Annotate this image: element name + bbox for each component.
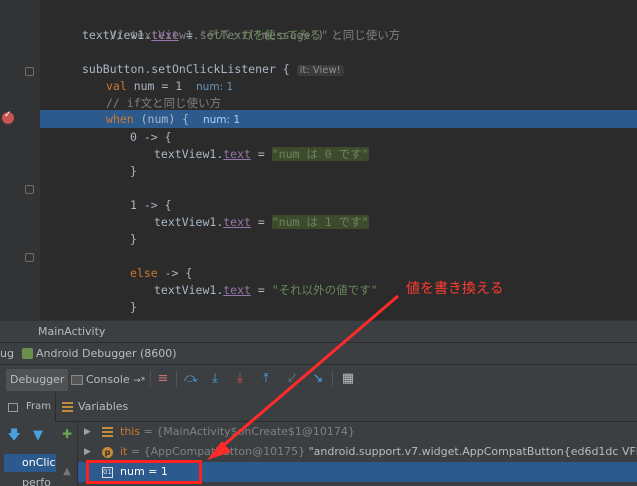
inline-debug-value: num: 1 <box>202 114 241 126</box>
parameter-icon: p <box>102 447 113 458</box>
code-line: 1 -> { <box>130 198 172 212</box>
code-line: else -> { <box>130 266 193 280</box>
debug-toolbar: Debugger Console →* ≡ ⤼ ⤓ ⤓ ⤒ ⤦ ↘ ▦ <box>0 364 637 392</box>
new-watch-icon[interactable]: ✚ <box>59 426 75 442</box>
variables-header: Variables <box>56 392 637 422</box>
breakpoint-icon[interactable] <box>2 110 14 124</box>
tab-console[interactable]: Console →* <box>68 369 149 391</box>
param-hint: it: View! <box>296 65 344 76</box>
annotation-label: 値を書き換える <box>406 281 504 297</box>
step-over-icon[interactable]: ⤼ <box>183 371 199 387</box>
code-editor[interactable]: // textView1.setText("message") と同じ使い方 t… <box>0 0 637 320</box>
show-execution-point-icon[interactable]: ≡ <box>155 371 171 387</box>
toolbar-separator <box>176 371 177 387</box>
current-execution-line: when (num) { num: 1 <box>40 110 637 128</box>
variables-icon <box>62 402 73 412</box>
fold-marker[interactable] <box>25 67 34 76</box>
step-into-icon[interactable]: ⤓ <box>207 371 223 387</box>
debug-header-prefix: ug <box>0 347 14 360</box>
code-line: 0 -> { <box>130 130 172 144</box>
frames-icon <box>8 403 18 412</box>
code-line: subButton.setOnClickListener { it: View! <box>40 60 637 78</box>
toolbar-separator <box>150 371 151 387</box>
force-step-into-icon[interactable]: ⤓ <box>232 371 248 387</box>
filter-icon[interactable]: ▼ <box>30 428 46 444</box>
fold-marker[interactable] <box>25 253 34 262</box>
highlight-box <box>86 460 202 484</box>
variables-side-toolbar: ✚ ▲ <box>56 422 78 486</box>
frames-header[interactable]: Fram <box>0 392 56 422</box>
code-line: textView1.text = "num は 1 です" <box>154 215 369 229</box>
fold-marker[interactable] <box>25 185 34 194</box>
arrow-down-icon[interactable]: 🡇 <box>6 428 22 444</box>
code-line: textView1.text = "デバッガを使ってみる" <box>82 28 329 42</box>
debug-window-header: ug Android Debugger (8600) <box>0 342 637 364</box>
breadcrumb-item[interactable]: MainActivity <box>38 325 105 338</box>
inline-debug-value: num: 1 <box>196 81 234 93</box>
evaluate-expression-icon[interactable]: ▦ <box>340 371 356 387</box>
code-line: } <box>130 300 137 314</box>
frame-item[interactable]: perfo <box>4 474 56 486</box>
tab-debugger[interactable]: Debugger <box>6 369 69 391</box>
drop-frame-icon[interactable]: ⤦ <box>284 371 300 387</box>
code-line: } <box>130 164 137 178</box>
frames-toolbar: 🡇 ▼ <box>0 422 56 452</box>
debug-session-title[interactable]: Android Debugger (8600) <box>36 343 177 364</box>
variable-row[interactable]: ▶ p it = {AppCompatButton@10175} "androi… <box>78 442 637 462</box>
run-to-cursor-icon[interactable]: ↘ <box>310 371 326 387</box>
expand-arrow-icon[interactable]: ▶ <box>84 422 91 442</box>
console-icon <box>71 375 83 385</box>
step-out-icon[interactable]: ⤒ <box>258 371 274 387</box>
expand-arrow-icon[interactable]: ▶ <box>84 442 91 462</box>
code-line: // textView1.setText("message") と同じ使い方 <box>40 8 637 42</box>
code-line: } <box>130 232 137 246</box>
android-icon <box>22 348 33 359</box>
variable-row[interactable]: ▶ this = {MainActivity$onCreate$1@10174} <box>78 422 637 442</box>
frame-item[interactable]: onClic <box>4 454 56 472</box>
object-icon <box>102 427 113 437</box>
breadcrumb[interactable]: MainActivity <box>0 320 637 342</box>
code-line: val num = 1 num: 1 <box>106 79 234 93</box>
code-line: textView1.text = "num は 0 です" <box>154 147 369 161</box>
up-arrow-icon[interactable]: ▲ <box>59 464 75 480</box>
code-line: textView1.text = "それ以外の値です" <box>154 283 378 297</box>
toolbar-separator <box>332 371 333 387</box>
editor-gutter[interactable] <box>0 0 40 320</box>
